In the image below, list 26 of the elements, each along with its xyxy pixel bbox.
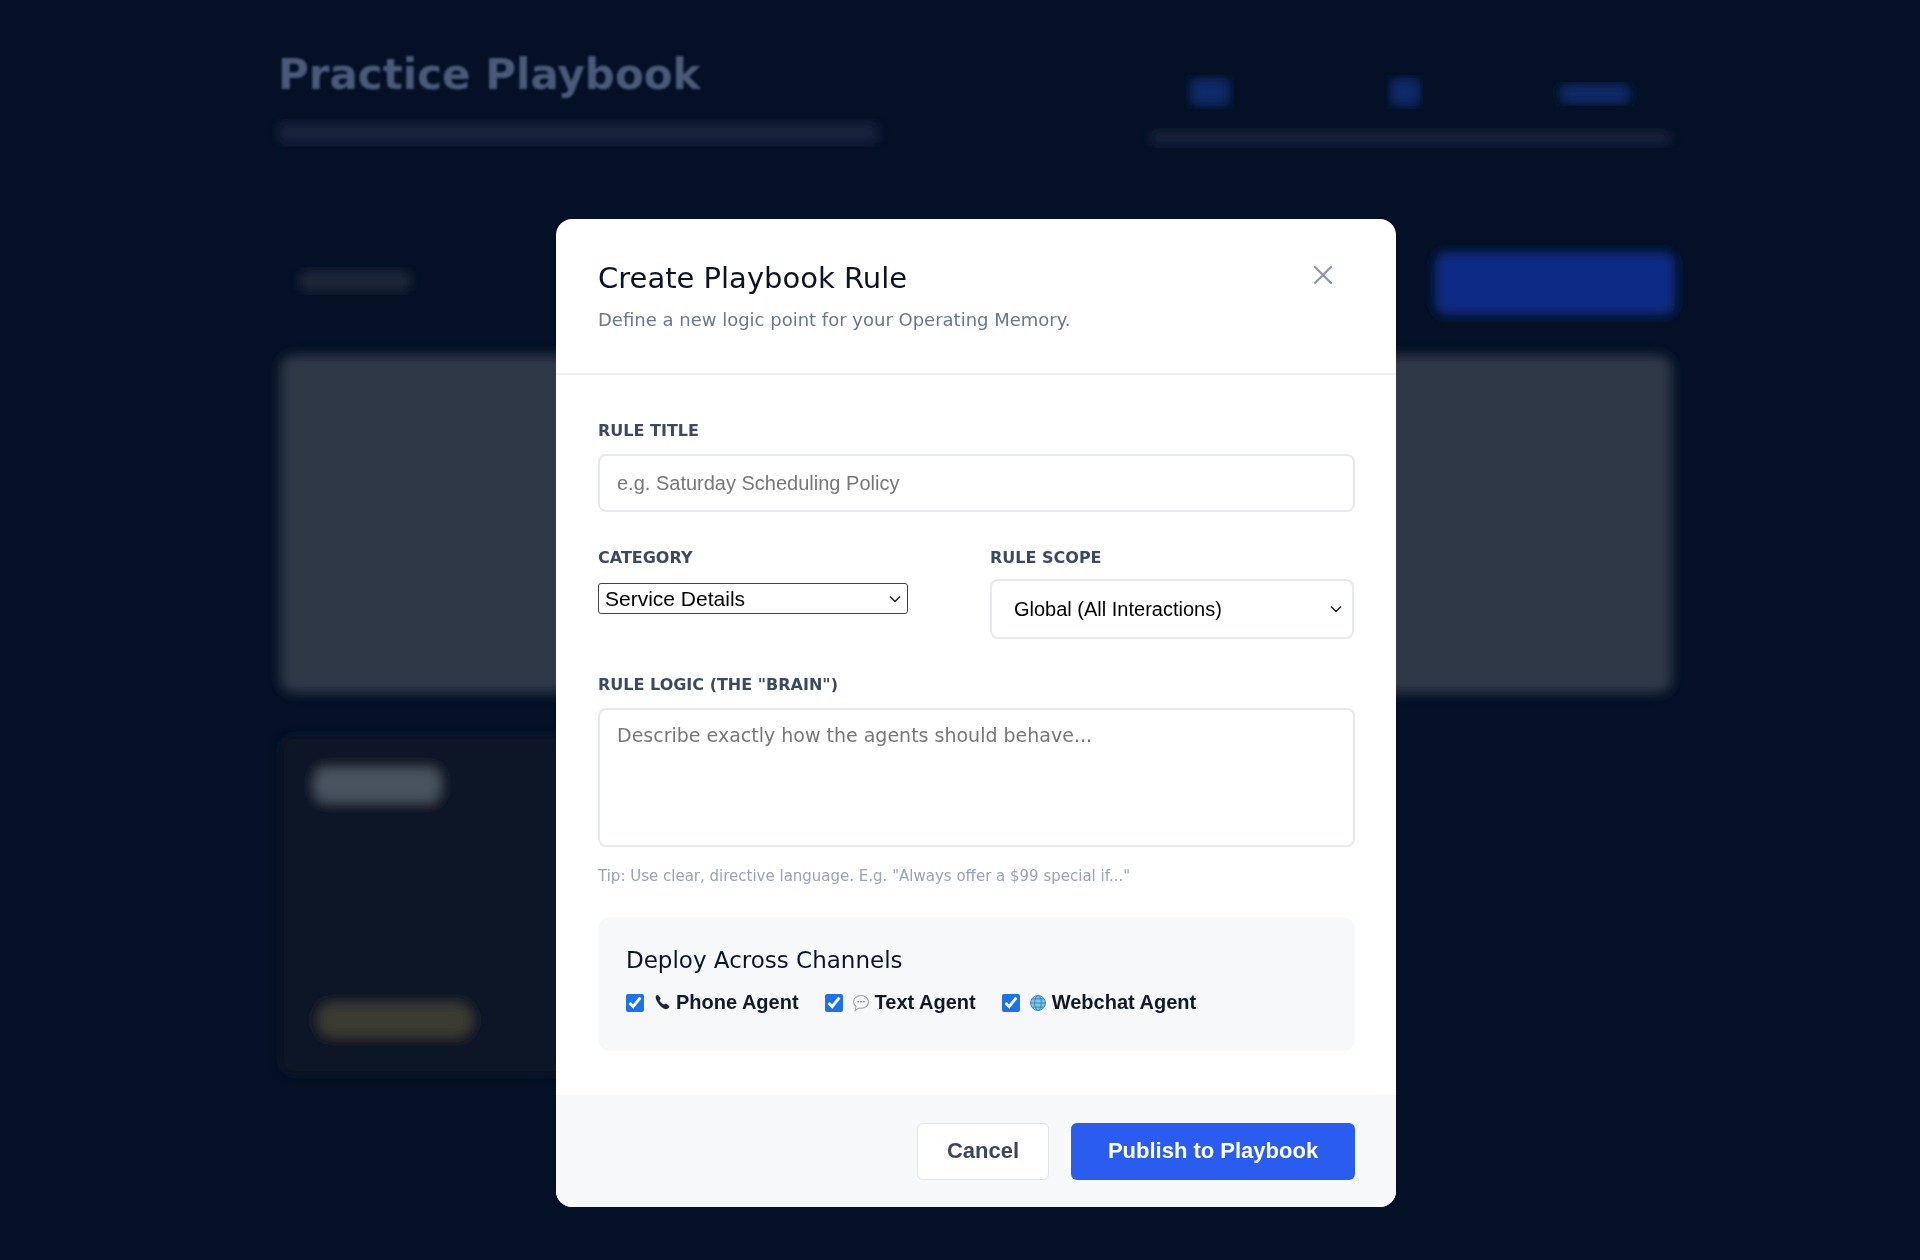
checkbox[interactable]	[1001, 993, 1020, 1012]
field-label: RULE SCOPE	[990, 548, 1103, 567]
dialog-subtitle: Define a new logic point for your Operating Memory.	[598, 309, 1071, 330]
caret-icon	[1330, 605, 1342, 613]
field-label: RULE LOGIC (THE "BRAIN")	[598, 675, 839, 694]
page-title: Practice Playbook	[278, 50, 701, 99]
checkbox-label: Phone Agent	[676, 991, 799, 1014]
field-label: CATEGORY	[598, 548, 694, 567]
dialog-title: Create Playbook Rule	[598, 260, 909, 297]
hint-text: Tip: Use clear, directive language. E.g. "Always offer a $99 special if..."	[598, 867, 1132, 885]
checkbox[interactable]	[626, 993, 644, 1012]
checkbox[interactable]	[824, 993, 843, 1012]
caret-icon	[889, 594, 901, 603]
panel-title: Deploy Across Channels	[626, 947, 904, 973]
scope-select[interactable]: Global (All Interactions)	[990, 579, 1354, 639]
title-field[interactable]: e.g. Saturday Scheduling Policy	[598, 454, 1355, 512]
close-icon[interactable]	[1311, 263, 1335, 287]
globe-icon	[1027, 992, 1048, 1013]
field-label: RULE TITLE	[598, 421, 700, 440]
cancel-button[interactable]: Cancel	[917, 1122, 1049, 1180]
publish-button[interactable]: Publish to Playbook	[1071, 1122, 1355, 1180]
speech-bubble-icon	[850, 992, 871, 1013]
logic-field[interactable]: Describe exactly how the agents should behave...	[598, 708, 1355, 847]
checkbox-label: Webchat Agent	[1051, 991, 1197, 1014]
category-select[interactable]: Service Details	[598, 583, 908, 614]
checkbox-label: Text Agent	[874, 991, 976, 1014]
